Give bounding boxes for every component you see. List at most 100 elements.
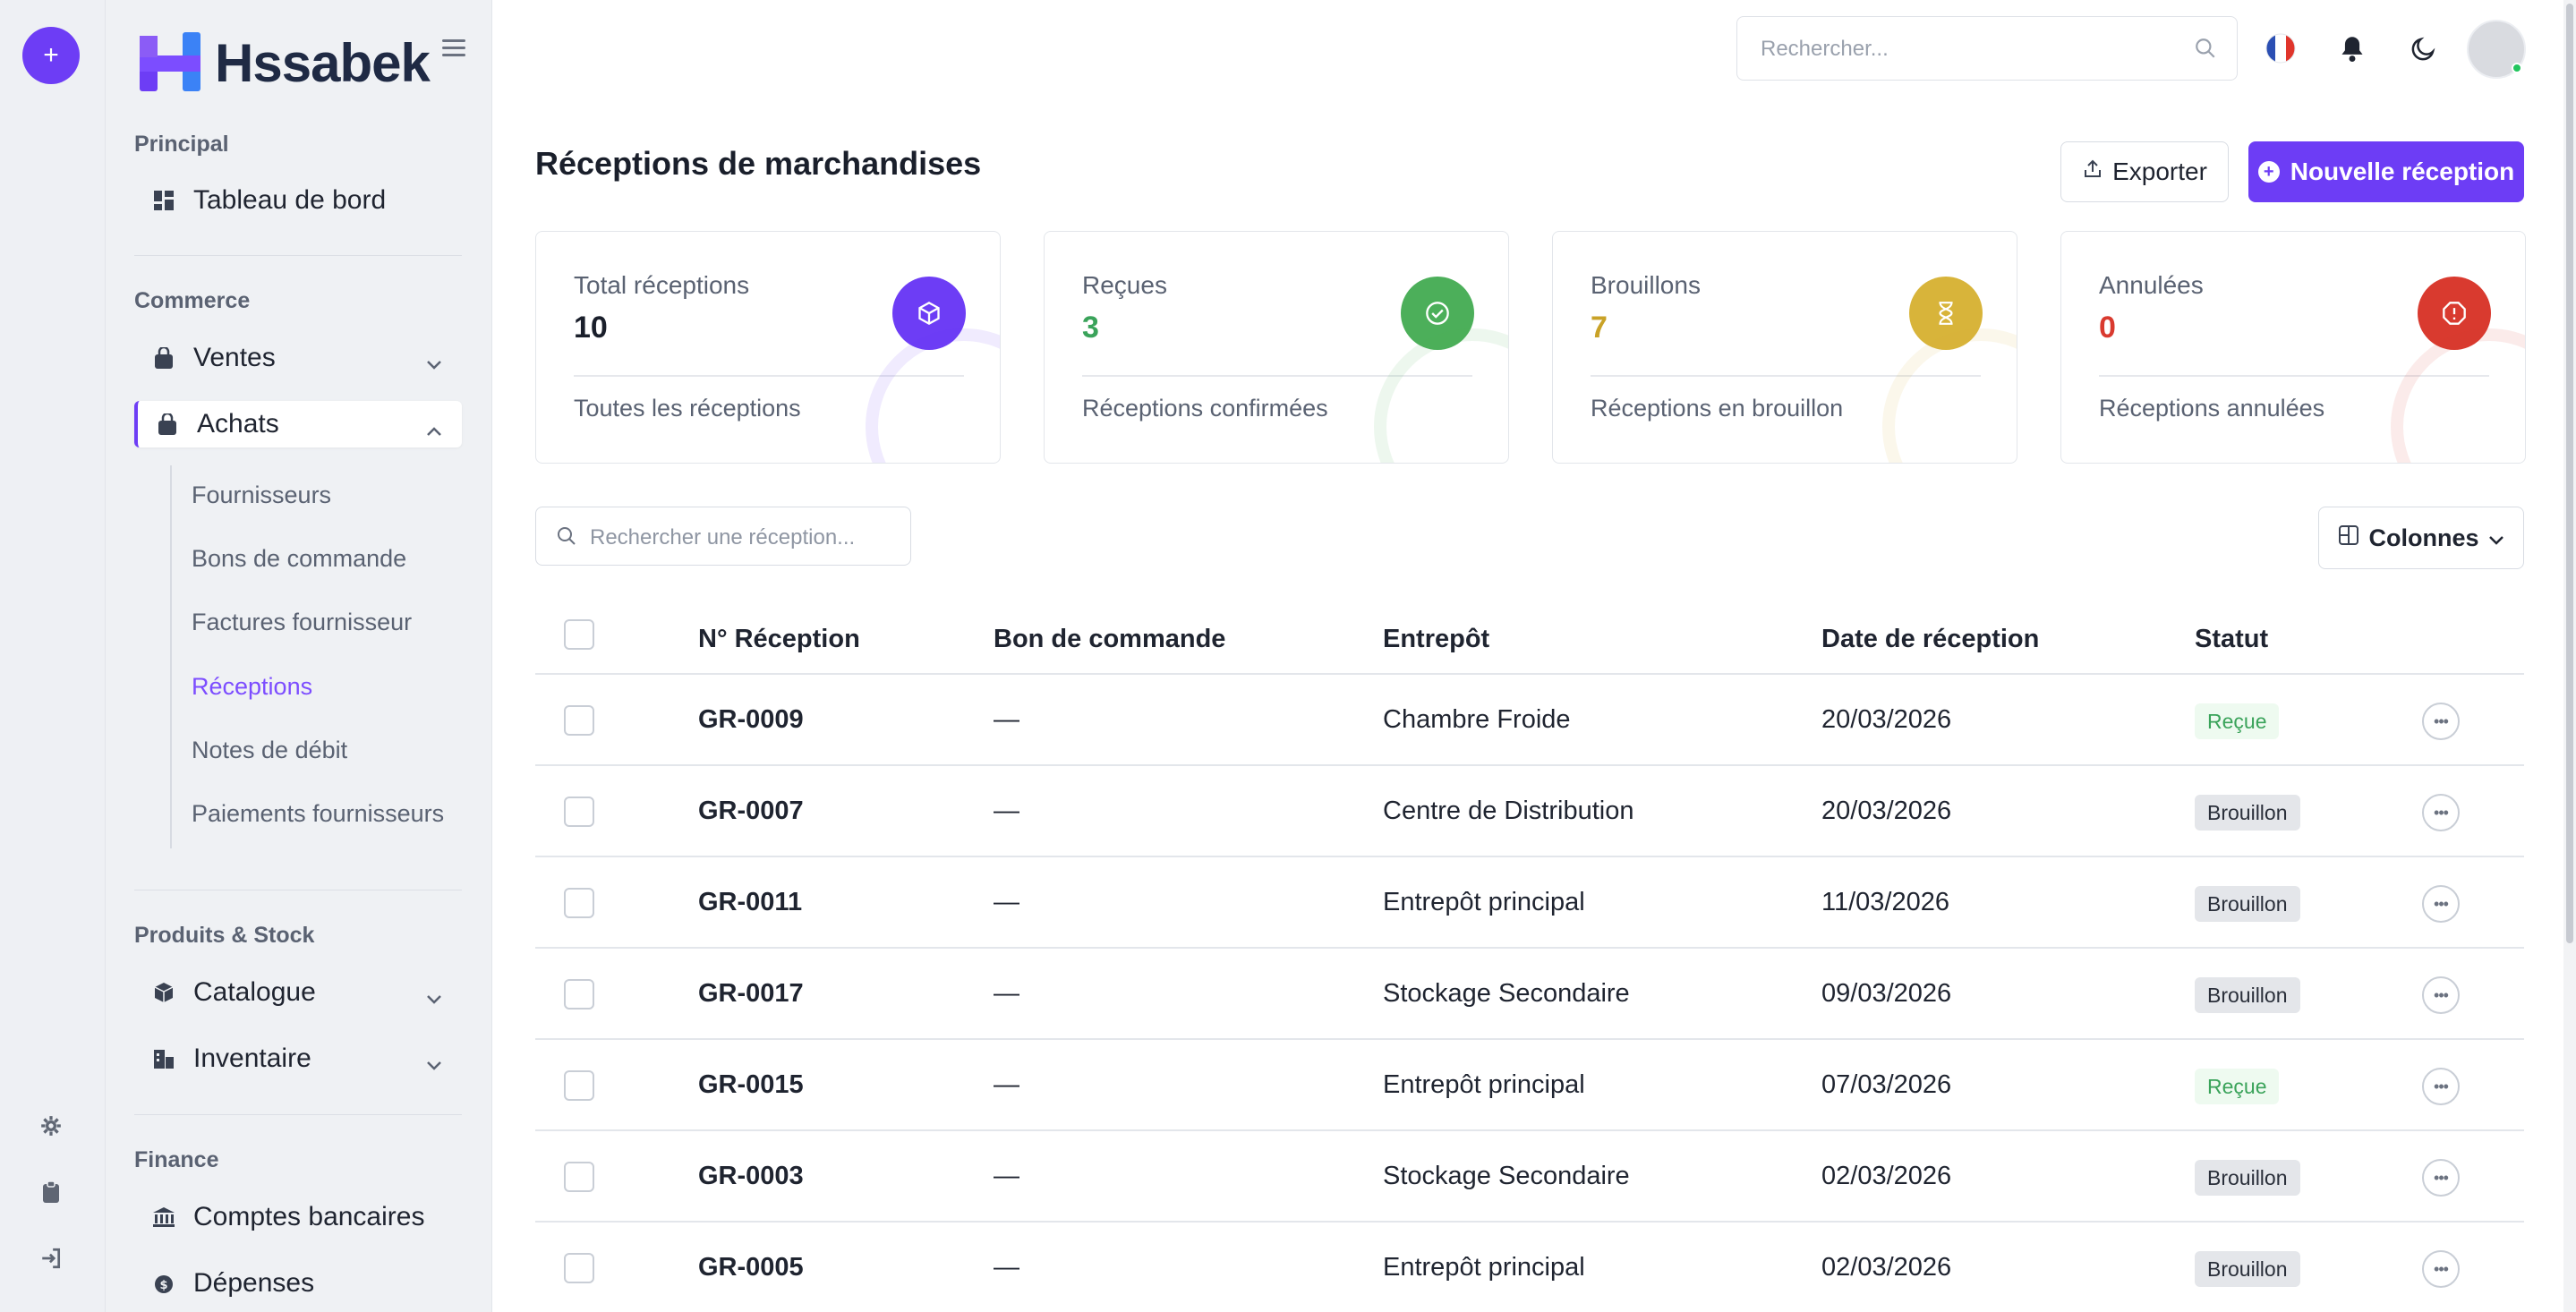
row-checkbox[interactable] (564, 888, 594, 918)
row-checkbox[interactable] (564, 1070, 594, 1101)
reception-number[interactable]: GR-0003 (698, 1162, 804, 1191)
sidebar-item-depenses[interactable]: $ Dépenses (134, 1260, 462, 1307)
more-actions-icon[interactable]: ••• (2422, 1068, 2460, 1105)
warehouse: Stockage Secondaire (1383, 979, 1630, 1008)
sidebar-item-tableau-de-bord[interactable]: Tableau de bord (134, 177, 462, 224)
section-principal: Principal (134, 132, 229, 157)
status-badge: Brouillon (2195, 1251, 2300, 1287)
sidebar-item-inventaire[interactable]: Inventaire (134, 1035, 462, 1082)
reception-date: 02/03/2026 (1821, 1253, 1952, 1282)
column-header-entrepot[interactable]: Entrepôt (1383, 625, 1489, 654)
user-avatar[interactable] (2467, 20, 2526, 79)
row-divider (535, 1038, 2524, 1040)
logout-icon[interactable] (36, 1243, 66, 1274)
purchase-order: — (994, 888, 1019, 916)
clipboard-icon[interactable] (36, 1177, 66, 1207)
brand-logo[interactable]: Hssabek (138, 30, 431, 95)
quick-add-button[interactable]: + (22, 27, 80, 84)
search-icon (556, 525, 577, 551)
chevron-down-icon (426, 982, 442, 1012)
card-decoration (1882, 328, 2017, 463)
more-actions-icon[interactable]: ••• (2422, 1250, 2460, 1288)
warehouse: Entrepôt principal (1383, 1253, 1585, 1282)
sidebar-subitem-paiements-fournisseurs[interactable]: Paiements fournisseurs (192, 800, 444, 828)
sidebar-subitem-receptions[interactable]: Réceptions (192, 673, 312, 701)
plus-circle-icon: + (2257, 161, 2280, 183)
row-checkbox[interactable] (564, 979, 594, 1010)
menu-toggle-icon[interactable] (442, 39, 465, 57)
sidebar-item-label: Inventaire (193, 1044, 311, 1073)
column-header-numero[interactable]: N° Réception (698, 625, 860, 654)
shopping-bag-icon (152, 346, 175, 370)
stat-label: Brouillons (1591, 271, 1701, 299)
reception-date: 20/03/2026 (1821, 797, 1952, 825)
new-reception-button[interactable]: + Nouvelle réception (2248, 141, 2524, 202)
global-search-input[interactable]: Rechercher... (1736, 16, 2238, 81)
reception-number[interactable]: GR-0009 (698, 705, 804, 735)
row-checkbox[interactable] (564, 797, 594, 827)
table-header-divider (535, 673, 2524, 675)
reception-date: 20/03/2026 (1821, 705, 1952, 734)
stat-description: Réceptions en brouillon (1591, 395, 1844, 422)
more-actions-icon[interactable]: ••• (2422, 1159, 2460, 1197)
search-icon (2194, 37, 2217, 64)
column-header-statut[interactable]: Statut (2195, 625, 2268, 654)
sidebar-item-achats[interactable]: Achats (134, 401, 462, 447)
bell-icon[interactable] (2334, 30, 2370, 66)
stat-label: Reçues (1082, 271, 1167, 299)
select-all-checkbox[interactable] (564, 619, 594, 650)
stat-value: 7 (1591, 311, 1608, 345)
gear-icon[interactable] (36, 1111, 66, 1141)
reception-number[interactable]: GR-0007 (698, 797, 804, 826)
sidebar-item-catalogue[interactable]: Catalogue (134, 969, 462, 1016)
reception-number[interactable]: GR-0005 (698, 1253, 804, 1282)
stat-card-recues: Reçues 3 Réceptions confirmées (1044, 231, 1509, 464)
moon-icon[interactable] (2406, 30, 2442, 66)
reception-number[interactable]: GR-0015 (698, 1070, 804, 1100)
reception-date: 02/03/2026 (1821, 1162, 1952, 1190)
sidebar-item-label: Tableau de bord (193, 185, 387, 215)
sidebar-subitem-factures-fournisseur[interactable]: Factures fournisseur (192, 609, 412, 636)
upload-icon (2082, 158, 2103, 186)
stat-card-total: Total réceptions 10 Toutes les réception… (535, 231, 1001, 464)
brand-name: Hssabek (215, 32, 431, 93)
sidebar-item-label: Achats (197, 409, 279, 439)
more-actions-icon[interactable]: ••• (2422, 976, 2460, 1014)
page-scrollbar[interactable] (2563, 0, 2576, 1312)
more-actions-icon[interactable]: ••• (2422, 703, 2460, 740)
stat-value: 10 (574, 311, 608, 345)
app-rail: + (0, 0, 106, 1312)
bank-icon (152, 1206, 175, 1229)
reception-number[interactable]: GR-0017 (698, 979, 804, 1009)
row-checkbox[interactable] (564, 1253, 594, 1283)
row-checkbox[interactable] (564, 705, 594, 736)
warehouse-icon (152, 1047, 175, 1070)
stat-label: Total réceptions (574, 271, 750, 299)
chevron-down-icon (2488, 524, 2504, 552)
sidebar-item-ventes[interactable]: Ventes (134, 335, 462, 381)
reception-search-input[interactable]: Rechercher une réception... (535, 507, 911, 566)
sidebar-subitem-notes-de-debit[interactable]: Notes de débit (192, 737, 347, 764)
column-header-date[interactable]: Date de réception (1821, 625, 2039, 654)
online-status-dot (2512, 63, 2522, 73)
divider (134, 255, 462, 256)
sidebar: Hssabek Principal Tableau de bord Commer… (106, 0, 492, 1312)
section-produits-stock: Produits & Stock (134, 923, 315, 948)
purchase-order: — (994, 1253, 1019, 1282)
columns-button[interactable]: Colonnes (2318, 507, 2524, 569)
column-header-bon-de-commande[interactable]: Bon de commande (994, 625, 1225, 654)
row-checkbox[interactable] (564, 1162, 594, 1192)
sidebar-item-comptes-bancaires[interactable]: Comptes bancaires (134, 1194, 462, 1240)
more-actions-icon[interactable]: ••• (2422, 794, 2460, 831)
sidebar-subitem-bons-de-commande[interactable]: Bons de commande (192, 545, 406, 573)
scrollbar-thumb[interactable] (2566, 4, 2573, 943)
sidebar-subitem-fournisseurs[interactable]: Fournisseurs (192, 481, 331, 509)
reception-date: 07/03/2026 (1821, 1070, 1952, 1099)
reception-number[interactable]: GR-0011 (698, 888, 802, 917)
purchase-order: — (994, 979, 1019, 1008)
hssabek-logo-icon (140, 32, 200, 91)
status-badge: Brouillon (2195, 886, 2300, 922)
language-flag-icon[interactable] (2263, 30, 2299, 66)
more-actions-icon[interactable]: ••• (2422, 885, 2460, 923)
export-button[interactable]: Exporter (2060, 141, 2229, 202)
